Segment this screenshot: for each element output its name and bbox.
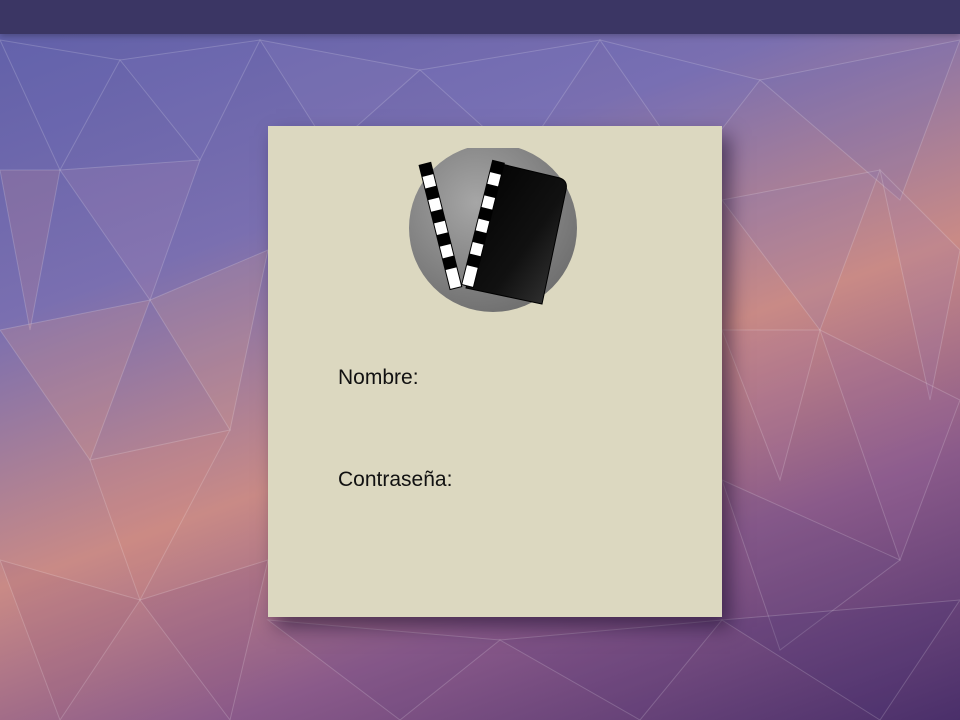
password-input[interactable]	[468, 466, 672, 494]
name-input[interactable]	[468, 364, 672, 392]
clapperboard-icon	[409, 148, 577, 312]
password-label: Contraseña:	[338, 468, 453, 491]
top-bar	[0, 0, 960, 34]
name-label: Nombre:	[338, 366, 419, 389]
login-card: Nombre: Contraseña:	[268, 126, 722, 617]
